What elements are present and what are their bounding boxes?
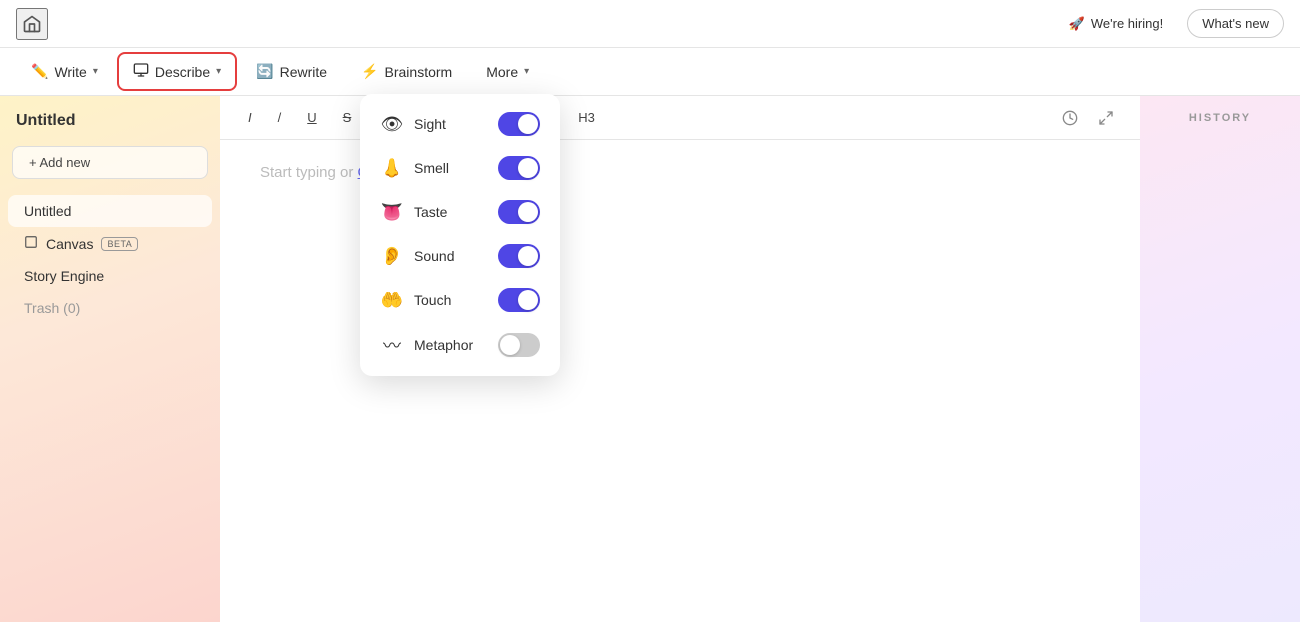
italic-label: I <box>248 110 252 125</box>
metaphor-toggle[interactable] <box>498 333 540 357</box>
editor-area: I / U S List Body H1 H2 <box>220 96 1140 622</box>
sound-icon: 👂 <box>380 246 404 267</box>
home-button[interactable] <box>16 8 48 40</box>
write-chevron-icon: ▾ <box>93 66 98 77</box>
top-bar-right: 🚀 We're hiring! What's new <box>1055 9 1284 38</box>
brainstorm-icon: ⚡ <box>361 63 378 80</box>
hiring-label: We're hiring! <box>1091 16 1163 31</box>
right-panel: HISTORY <box>1140 96 1300 622</box>
history-icon-button[interactable] <box>1056 104 1084 132</box>
whats-new-button[interactable]: What's new <box>1187 9 1284 38</box>
main-toolbar: ✏️ Write ▾ Describe ▾ 🔄 Rewrite ⚡ Brains… <box>0 48 1300 96</box>
sidebar-title: Untitled <box>0 112 220 146</box>
touch-icon: 🤲 <box>380 290 404 311</box>
rewrite-button[interactable]: 🔄 Rewrite <box>241 54 342 89</box>
smell-toggle[interactable] <box>498 156 540 180</box>
hiring-button[interactable]: 🚀 We're hiring! <box>1055 10 1178 38</box>
describe-chevron-icon: ▾ <box>216 66 221 77</box>
bold-button[interactable]: / <box>270 106 290 129</box>
italic-button[interactable]: I <box>240 106 260 129</box>
add-new-button[interactable]: + Add new <box>12 146 208 179</box>
taste-toggle-knob <box>518 202 538 222</box>
sidebar-item-canvas[interactable]: Canvas BETA <box>8 227 212 260</box>
whats-new-label: What's new <box>1202 16 1269 31</box>
story-engine-label: Story Engine <box>24 268 104 284</box>
sight-label: Sight <box>414 116 446 132</box>
touch-toggle-knob <box>518 290 538 310</box>
editor-placeholder: Start typing or <box>260 164 358 181</box>
sound-toggle-knob <box>518 246 538 266</box>
sight-toggle-knob <box>518 114 538 134</box>
rocket-icon: 🚀 <box>1069 16 1085 32</box>
history-label: HISTORY <box>1189 112 1251 124</box>
taste-label: Taste <box>414 204 447 220</box>
rewrite-icon: 🔄 <box>256 63 273 80</box>
brainstorm-label: Brainstorm <box>385 64 453 80</box>
smell-icon: 👃 <box>380 158 404 179</box>
more-chevron-icon: ▾ <box>524 66 529 77</box>
describe-icon <box>133 62 149 81</box>
bold-label: / <box>278 110 282 125</box>
top-bar-left <box>16 8 48 40</box>
sight-icon: 👁 <box>380 114 404 135</box>
beta-badge: BETA <box>101 237 138 251</box>
brainstorm-button[interactable]: ⚡ Brainstorm <box>346 54 467 89</box>
touch-label: Touch <box>414 292 451 308</box>
write-label: Write <box>54 64 86 80</box>
expand-icon-button[interactable] <box>1092 104 1120 132</box>
sound-label: Sound <box>414 248 454 264</box>
sidebar-item-label: Untitled <box>24 203 71 219</box>
trash-label: Trash (0) <box>24 300 80 316</box>
main-layout: Untitled + Add new Untitled Canvas BETA … <box>0 96 1300 622</box>
metaphor-label: Metaphor <box>414 337 473 353</box>
sidebar: Untitled + Add new Untitled Canvas BETA … <box>0 96 220 622</box>
dropdown-item-metaphor[interactable]: 〰 Metaphor <box>368 322 552 368</box>
underline-label: U <box>307 110 316 125</box>
underline-button[interactable]: U <box>299 106 324 129</box>
write-icon: ✏️ <box>31 63 48 80</box>
describe-button[interactable]: Describe ▾ <box>117 52 237 91</box>
write-button[interactable]: ✏️ Write ▾ <box>16 54 113 89</box>
smell-toggle-knob <box>518 158 538 178</box>
h3-label: H3 <box>578 110 595 125</box>
smell-label: Smell <box>414 160 449 176</box>
editor-icons <box>1056 104 1120 132</box>
dropdown-item-taste[interactable]: 👅 Taste <box>368 190 552 234</box>
sidebar-item-untitled[interactable]: Untitled <box>8 195 212 227</box>
h3-button[interactable]: H3 <box>570 106 603 129</box>
strikethrough-label: S <box>343 110 352 125</box>
more-button[interactable]: More ▾ <box>471 55 544 89</box>
metaphor-icon: 〰 <box>380 332 404 358</box>
editor-content[interactable]: Start typing or Generate a first draft <box>220 140 1140 622</box>
top-bar: 🚀 We're hiring! What's new <box>0 0 1300 48</box>
add-new-label: + Add new <box>29 155 90 170</box>
more-label: More <box>486 64 518 80</box>
touch-toggle[interactable] <box>498 288 540 312</box>
dropdown-item-touch[interactable]: 🤲 Touch <box>368 278 552 322</box>
describe-label: Describe <box>155 64 210 80</box>
strikethrough-button[interactable]: S <box>335 106 360 129</box>
sidebar-item-trash[interactable]: Trash (0) <box>8 292 212 324</box>
editor-toolbar: I / U S List Body H1 H2 <box>220 96 1140 140</box>
metaphor-toggle-knob <box>500 335 520 355</box>
dropdown-item-sight[interactable]: 👁 Sight <box>368 102 552 146</box>
sound-toggle[interactable] <box>498 244 540 268</box>
taste-toggle[interactable] <box>498 200 540 224</box>
dropdown-item-sound[interactable]: 👂 Sound <box>368 234 552 278</box>
canvas-label: Canvas <box>46 236 93 252</box>
taste-icon: 👅 <box>380 202 404 223</box>
sidebar-item-story-engine[interactable]: Story Engine <box>8 260 212 292</box>
sight-toggle[interactable] <box>498 112 540 136</box>
describe-dropdown: 👁 Sight 👃 Smell 👅 Taste 👂 Sound 🤲 Touch 〰 Metaphor <box>360 94 560 376</box>
dropdown-item-smell[interactable]: 👃 Smell <box>368 146 552 190</box>
canvas-icon <box>24 235 38 252</box>
rewrite-label: Rewrite <box>280 64 327 80</box>
